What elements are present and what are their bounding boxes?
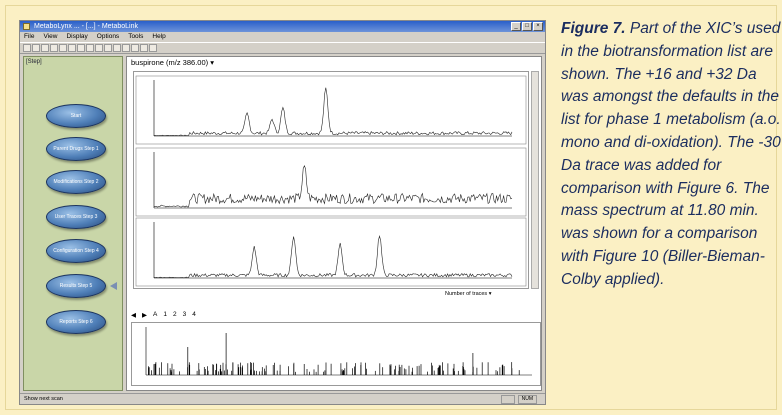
status-cell-num: NUM xyxy=(517,395,537,404)
xic-trace-panel xyxy=(135,75,527,145)
chromatogram-panel xyxy=(133,71,529,289)
print-icon[interactable] xyxy=(50,44,58,52)
caption-text: Part of the XIC’s used in the biotransfo… xyxy=(561,20,781,288)
arrow-down-icon[interactable] xyxy=(113,44,121,52)
xic-trace-panel xyxy=(135,147,527,217)
prev-scan-icon[interactable]: ◀ xyxy=(131,311,136,321)
spectrum-toolbar: ◀ ▶ A1234 xyxy=(131,311,196,321)
step-user-traces-button[interactable]: User Traces Step 3 xyxy=(46,205,106,229)
refresh-icon[interactable] xyxy=(86,44,94,52)
figure-frame: MetaboLynx ... - [...] - MetaboLink _ □ … xyxy=(5,5,781,410)
chart-icon[interactable] xyxy=(68,44,76,52)
spectrum-tab-4[interactable]: 4 xyxy=(192,311,196,321)
vertical-scrollbar[interactable] xyxy=(531,71,539,289)
xic-traces-chart xyxy=(135,75,527,287)
minimize-button[interactable]: _ xyxy=(511,22,521,31)
menu-item-display[interactable]: Display xyxy=(66,32,87,42)
arrow-up-icon[interactable] xyxy=(104,44,112,52)
menu-item-view[interactable]: View xyxy=(43,32,57,42)
mass-spectrum-panel xyxy=(131,322,541,386)
copy-icon[interactable] xyxy=(59,44,67,52)
step-reports-button[interactable]: Reports Step 6 xyxy=(46,310,106,334)
spectrum-tab-a[interactable]: A xyxy=(153,311,157,321)
main-panel: buspirone (m/z 386.00) ▾ Number of trace… xyxy=(126,56,542,391)
close-button[interactable]: × xyxy=(533,22,543,31)
step-configuration-button[interactable]: Configuration Step 4 xyxy=(46,239,106,263)
step-start-button[interactable]: Start xyxy=(46,104,106,128)
caption-heading: Figure 7. xyxy=(561,20,626,37)
menu-item-help[interactable]: Help xyxy=(152,32,165,42)
spectrum-tab-1[interactable]: 1 xyxy=(163,311,167,321)
maximize-button[interactable]: □ xyxy=(522,22,532,31)
cross-icon[interactable] xyxy=(140,44,148,52)
step-modifications-button[interactable]: Modifications Step 2 xyxy=(46,170,106,194)
dataset-label[interactable]: buspirone (m/z 386.00) ▾ xyxy=(131,58,214,67)
next-scan-icon[interactable]: ▶ xyxy=(142,311,147,321)
window-title: MetaboLynx ... - [...] - MetaboLink xyxy=(34,23,139,30)
number-of-traces-label[interactable]: Number of traces ▾ xyxy=(445,291,491,297)
app-icon xyxy=(23,23,30,30)
zoom-icon[interactable] xyxy=(77,44,85,52)
active-step-arrow-icon xyxy=(110,282,117,290)
open-icon[interactable] xyxy=(32,44,40,52)
title-bar: MetaboLynx ... - [...] - MetaboLink _ □ … xyxy=(20,21,545,32)
status-text: Show next scan xyxy=(24,396,63,402)
toolbar xyxy=(20,42,545,54)
save-icon[interactable] xyxy=(41,44,49,52)
menu-item-tools[interactable]: Tools xyxy=(128,32,143,42)
spectrum-tab-2[interactable]: 2 xyxy=(173,311,177,321)
figure-caption: Figure 7. Part of the XIC’s used in the … xyxy=(561,18,781,292)
app-window: MetaboLynx ... - [...] - MetaboLink _ □ … xyxy=(19,20,546,405)
new-icon[interactable] xyxy=(23,44,31,52)
steps-sidebar: [Step] Start Parent Drugs Step 1 Modific… xyxy=(23,56,123,391)
sidebar-tab[interactable]: [Step] xyxy=(26,59,42,65)
arrow-left-icon[interactable] xyxy=(122,44,130,52)
step-parent-drugs-button[interactable]: Parent Drugs Step 1 xyxy=(46,137,106,161)
step-results-button[interactable]: Results Step 5 xyxy=(46,274,106,298)
spectrum-peaks xyxy=(145,327,532,376)
xic-trace-panel xyxy=(135,217,527,287)
status-cell-empty xyxy=(501,395,515,404)
settings-icon[interactable] xyxy=(149,44,157,52)
menu-item-file[interactable]: File xyxy=(24,32,34,42)
mass-spectrum-chart xyxy=(145,327,532,376)
arrow-right-icon[interactable] xyxy=(131,44,139,52)
menu-bar: File View Display Options Tools Help xyxy=(20,32,545,42)
grid-icon[interactable] xyxy=(95,44,103,52)
spectrum-tab-3[interactable]: 3 xyxy=(183,311,187,321)
status-bar: Show next scan NUM xyxy=(20,393,545,404)
menu-item-options[interactable]: Options xyxy=(97,32,119,42)
